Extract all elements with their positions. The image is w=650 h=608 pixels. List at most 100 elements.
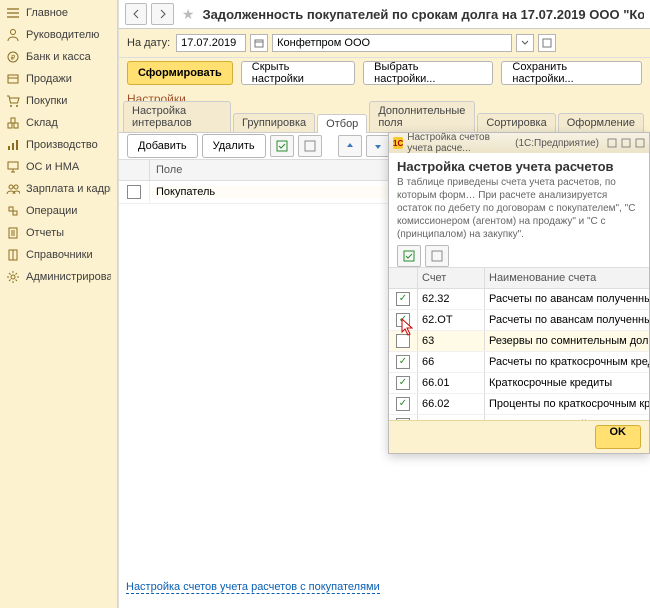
delete-button[interactable]: Удалить	[202, 134, 266, 158]
sidebar-item-sales[interactable]: Продажи	[0, 68, 117, 90]
account-row[interactable]: 62.32Расчеты по авансам полученным (в у.…	[389, 289, 649, 310]
account-code: 66	[418, 352, 485, 372]
account-name: Расчеты по краткосрочным кредитам и	[485, 352, 649, 372]
popup-tool-icon[interactable]	[621, 136, 631, 150]
sidebar-item-purchases[interactable]: Покупки	[0, 90, 117, 112]
sidebar-item-bank[interactable]: ₽ Банк и касса	[0, 46, 117, 68]
menu-icon	[6, 6, 20, 20]
tab-grouping[interactable]: Группировка	[233, 113, 315, 132]
popup-tool-icon[interactable]	[635, 136, 645, 150]
sidebar-item-salary[interactable]: Зарплата и кадры	[0, 178, 117, 200]
account-checkbox[interactable]	[396, 334, 410, 348]
filter-row-checkbox[interactable]	[127, 185, 141, 199]
popup-rows: 62.32Расчеты по авансам полученным (в у.…	[389, 289, 649, 420]
warehouse-icon	[6, 116, 20, 130]
col-account: Счет	[418, 268, 485, 288]
popup-app-name: (1С:Предприятие)	[515, 138, 599, 149]
sidebar-item-assets[interactable]: ОС и НМА	[0, 156, 117, 178]
account-code: 63	[418, 331, 485, 351]
account-code: 66.01	[418, 373, 485, 393]
account-name: Проценты по краткосрочным кредитам	[485, 394, 649, 414]
date-row: На дату: 17.07.2019 Конфетпром ООО	[119, 29, 650, 58]
popup-description: В таблице приведены счета учета расчетов…	[389, 176, 649, 245]
chart-icon	[6, 138, 20, 152]
account-checkbox[interactable]	[396, 313, 410, 327]
tab-design[interactable]: Оформление	[558, 113, 644, 132]
operations-icon	[6, 204, 20, 218]
date-label: На дату:	[127, 37, 170, 49]
account-code: 62.ОТ	[418, 310, 485, 330]
sidebar: Главное Руководителю ₽ Банк и касса Прод…	[0, 0, 118, 608]
popup-grid-header: Счет Наименование счета	[389, 267, 649, 289]
sidebar-label: Администрирование	[26, 271, 111, 283]
org-open-button[interactable]	[538, 34, 556, 52]
sidebar-item-operations[interactable]: Операции	[0, 200, 117, 222]
account-name: Расчеты по авансам полученным (в у.е	[485, 310, 649, 330]
date-input[interactable]: 17.07.2019	[176, 34, 246, 52]
account-code: 66.02	[418, 394, 485, 414]
sales-icon	[6, 72, 20, 86]
uncheck-all-button[interactable]	[298, 135, 322, 157]
cart-icon	[6, 94, 20, 108]
sidebar-label: Справочники	[26, 249, 93, 261]
ok-button[interactable]: OK	[595, 425, 642, 449]
calendar-button[interactable]	[250, 34, 268, 52]
choose-settings-button[interactable]: Выбрать настройки...	[363, 61, 493, 85]
move-up-button[interactable]	[338, 135, 362, 157]
sidebar-label: Продажи	[26, 73, 72, 85]
popup-heading: Настройка счетов учета расчетов	[389, 153, 649, 176]
save-settings-button[interactable]: Сохранить настройки...	[501, 61, 642, 85]
org-dropdown-button[interactable]	[516, 34, 534, 52]
check-all-button[interactable]	[270, 135, 294, 157]
monitor-icon	[6, 160, 20, 174]
sidebar-item-warehouse[interactable]: Склад	[0, 112, 117, 134]
sidebar-item-manager[interactable]: Руководителю	[0, 24, 117, 46]
account-row[interactable]: 66Расчеты по краткосрочным кредитам и	[389, 352, 649, 373]
page-title: Задолженность покупателей по срокам долг…	[202, 7, 644, 22]
sidebar-label: ОС и НМА	[26, 161, 79, 173]
sidebar-label: Покупки	[26, 95, 67, 107]
tab-filter[interactable]: Отбор	[317, 114, 367, 133]
accounts-popup: 1C Настройка счетов учета расче... (1С:П…	[388, 132, 650, 454]
person-icon	[6, 28, 20, 42]
tab-intervals[interactable]: Настройка интервалов	[123, 101, 231, 132]
gear-icon	[6, 270, 20, 284]
titlebar: ★ Задолженность покупателей по срокам до…	[119, 0, 650, 29]
account-checkbox[interactable]	[396, 376, 410, 390]
back-button[interactable]	[125, 3, 147, 25]
account-row[interactable]: 66.02Проценты по краткосрочным кредитам	[389, 394, 649, 415]
add-button[interactable]: Добавить	[127, 134, 198, 158]
col-name: Наименование счета	[485, 268, 649, 288]
org-input[interactable]: Конфетпром ООО	[272, 34, 512, 52]
accounts-settings-link[interactable]: Настройка счетов учета расчетов с покупа…	[126, 581, 380, 594]
popup-title-text: Настройка счетов учета расче...	[407, 132, 511, 154]
account-checkbox[interactable]	[396, 292, 410, 306]
sidebar-label: Склад	[26, 117, 58, 129]
account-checkbox[interactable]	[396, 397, 410, 411]
logo-1c-icon: 1C	[393, 137, 403, 149]
popup-toolbar	[389, 245, 649, 267]
popup-tool-icon[interactable]	[607, 136, 617, 150]
form-button[interactable]: Сформировать	[127, 61, 233, 85]
sidebar-item-production[interactable]: Производство	[0, 134, 117, 156]
move-down-button[interactable]	[366, 135, 390, 157]
account-row[interactable]: 62.ОТРасчеты по авансам полученным (в у.…	[389, 310, 649, 331]
tab-sorting[interactable]: Сортировка	[477, 113, 555, 132]
popup-uncheck-all-button[interactable]	[425, 245, 449, 267]
favorite-star-icon[interactable]: ★	[182, 6, 195, 23]
account-checkbox[interactable]	[396, 355, 410, 369]
sidebar-item-refs[interactable]: Справочники	[0, 244, 117, 266]
account-row[interactable]: 66.01Краткосрочные кредиты	[389, 373, 649, 394]
sidebar-item-main[interactable]: Главное	[0, 2, 117, 24]
sidebar-item-reports[interactable]: Отчеты	[0, 222, 117, 244]
sidebar-label: Главное	[26, 7, 68, 19]
popup-check-all-button[interactable]	[397, 245, 421, 267]
tab-extra-fields[interactable]: Дополнительные поля	[369, 101, 475, 132]
account-row[interactable]: 63Резервы по сомнительным долгам	[389, 331, 649, 352]
forward-button[interactable]	[151, 3, 173, 25]
sidebar-label: Отчеты	[26, 227, 64, 239]
coin-icon: ₽	[6, 50, 20, 64]
hide-settings-button[interactable]: Скрыть настройки	[241, 61, 355, 85]
popup-footer: OK	[389, 420, 649, 453]
sidebar-item-admin[interactable]: Администрирование	[0, 266, 117, 288]
